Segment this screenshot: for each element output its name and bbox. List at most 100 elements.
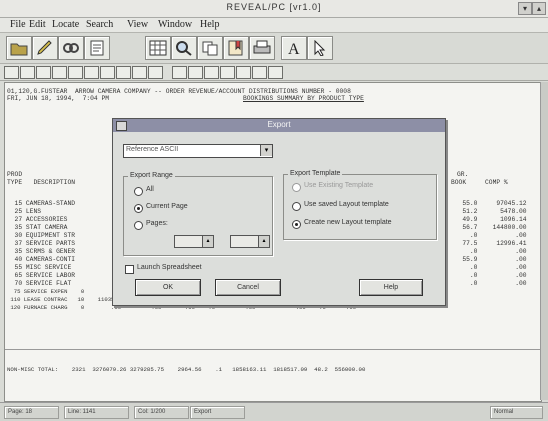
folder-icon (10, 43, 28, 56)
range-current-page-radio[interactable] (134, 204, 143, 213)
copy-button[interactable] (197, 36, 223, 60)
launch-spreadsheet-checkbox[interactable] (125, 265, 134, 274)
maximize-button[interactable]: ▴ (532, 2, 546, 15)
range-pages-radio[interactable] (134, 221, 143, 230)
scroll-left-button[interactable] (100, 66, 115, 79)
status-page: Page: 18 (4, 406, 59, 419)
nav-next-page-button[interactable] (36, 66, 51, 79)
template-use-existing-radio[interactable] (292, 183, 301, 192)
help-pointer-button[interactable] (307, 36, 333, 60)
menu-file[interactable]: File (10, 19, 26, 30)
range-all-radio[interactable] (134, 187, 143, 196)
template-use-existing-label: Use Existing Template (304, 182, 374, 189)
nav-last-page-button[interactable] (52, 66, 67, 79)
menu-edit[interactable]: Edit (29, 19, 46, 30)
report-row: 25 LENS (7, 208, 42, 215)
ok-button[interactable]: OK (135, 279, 201, 296)
export-dialog: Export Reference ASCII ▾ Export Range Al… (112, 118, 446, 306)
chevron-down-icon[interactable]: ▾ (260, 145, 272, 156)
document-icon (90, 40, 104, 56)
nav-next-line-button[interactable] (84, 66, 99, 79)
font-button[interactable]: A (281, 36, 307, 60)
cancel-button[interactable]: Cancel (215, 279, 281, 296)
vertical-scrollbar[interactable] (540, 82, 548, 400)
nav-prev-line-button[interactable] (68, 66, 83, 79)
open-folder-button[interactable] (6, 36, 32, 60)
report-row: 35 STAT CAMERA (7, 224, 68, 231)
right-column-cell: .0 .00 (451, 232, 527, 239)
report-header-line-1: 01,120,G.FUSTEAR ARROW CAMERA COMPANY --… (7, 88, 351, 95)
zoom-out-button[interactable] (172, 66, 187, 79)
title-bar: REVEAL/PC [vr1.0] ▾ ▴ (0, 0, 548, 18)
status-right: Normal (490, 406, 543, 419)
status-column: Col: 1/200 (134, 406, 189, 419)
edit-button[interactable] (32, 36, 58, 60)
report-header-line-2: FRI, JUN 18, 1994, 7:04 PM (7, 95, 110, 102)
pencil-icon (37, 40, 52, 55)
zoom-in-button[interactable] (148, 66, 163, 79)
minimize-button[interactable]: ▾ (518, 2, 532, 15)
export-range-label: Export Range (128, 172, 175, 179)
menu-help[interactable]: Help (200, 19, 219, 30)
find-button[interactable] (171, 36, 197, 60)
report-row: 27 ACCESSORIES (7, 216, 68, 223)
goto-page-button[interactable] (132, 66, 147, 79)
column-header-2: TYPE DESCRIPTION (7, 179, 76, 186)
export-format-value: Reference ASCII (126, 146, 179, 153)
unmark-button[interactable] (204, 66, 219, 79)
report-subtitle: BOOKINGS SUMMARY BY PRODUCT TYPE (243, 95, 364, 102)
font-letter-a-icon: A (288, 41, 300, 56)
print-preview-button[interactable] (84, 36, 110, 60)
scroll-right-button[interactable] (116, 66, 131, 79)
menu-view[interactable]: View (127, 19, 148, 30)
main-toolbar: A (0, 33, 548, 64)
menu-window[interactable]: Window (158, 19, 192, 30)
menu-bar: File Edit Locate Search View Window Help (0, 18, 548, 33)
page-from-spinner[interactable]: ▴ (202, 235, 214, 248)
grid-icon (149, 40, 167, 56)
template-create-new-radio[interactable] (292, 220, 301, 229)
status-bar: Page: 18 Line: 1141 Col: 1/200 Export No… (0, 402, 548, 421)
secondary-toolbar (0, 64, 548, 81)
dialog-title: Export (267, 120, 291, 129)
copy-icon (202, 41, 218, 56)
menu-search[interactable]: Search (86, 19, 113, 30)
range-current-page-label: Current Page (146, 203, 188, 210)
right-column-cell: .0 .00 (451, 264, 527, 271)
select-button[interactable] (220, 66, 235, 79)
export-template-label: Export Template (288, 170, 343, 177)
help-button[interactable]: Help (359, 279, 423, 296)
menu-locate[interactable]: Locate (52, 19, 79, 30)
link-button[interactable] (58, 36, 84, 60)
grid-button[interactable] (145, 36, 171, 60)
svg-text:A: A (288, 41, 300, 56)
print-button[interactable] (249, 36, 275, 60)
right-column-cell: 55.9 .00 (451, 256, 527, 263)
report-row: 65 SERVICE LABOR (7, 272, 76, 279)
right-column-cell: .0 .00 (451, 272, 527, 279)
nav-first-page-button[interactable] (4, 66, 19, 79)
page-from-field[interactable] (174, 235, 204, 248)
report-row: 35 SCRMS & GENER (7, 248, 76, 255)
page-to-spinner[interactable]: ▴ (258, 235, 270, 248)
range-pages-label: Pages: (146, 220, 168, 227)
row-button[interactable] (252, 66, 267, 79)
export-range-group: Export Range All Current Page Pages: ▴ ▴ (123, 172, 273, 256)
export-button[interactable] (223, 36, 249, 60)
column-button[interactable] (236, 66, 251, 79)
pointer-icon (314, 40, 326, 56)
launch-spreadsheet-label: Launch Spreadsheet (137, 264, 202, 271)
template-saved-radio[interactable] (292, 202, 301, 211)
export-format-select[interactable]: Reference ASCII ▾ (123, 144, 273, 158)
template-create-new-label: Create new Layout template (304, 219, 392, 226)
dialog-title-bar: Export (113, 119, 445, 132)
report-row: 15 CAMERAS-STAND (7, 200, 76, 207)
right-column-cell: 51.2 5478.00 (451, 208, 527, 215)
export-template-group: Export Template Use Existing Template Us… (283, 170, 437, 240)
nav-prev-page-button[interactable] (20, 66, 35, 79)
report-row: 37 SERVICE PARTS (7, 240, 76, 247)
refresh-button[interactable] (268, 66, 283, 79)
page-to-field[interactable] (230, 235, 260, 248)
mark-button[interactable] (188, 66, 203, 79)
right-column-header-1: GR. (457, 171, 469, 178)
